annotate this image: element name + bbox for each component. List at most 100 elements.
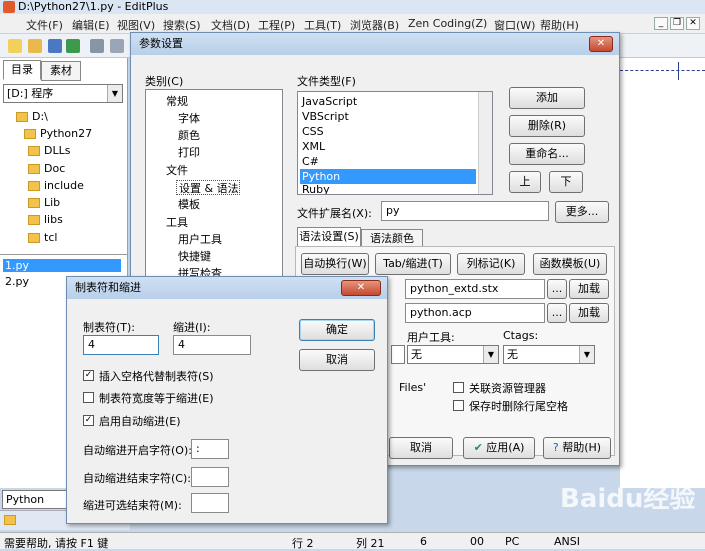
- filetype-item[interactable]: VBScript: [300, 109, 349, 124]
- tab-directory[interactable]: 目录: [3, 60, 41, 80]
- filetype-list[interactable]: JavaScript VBScript CSS XML C# Python Ru…: [297, 91, 493, 195]
- browse-autocomplete-button[interactable]: ...: [547, 303, 567, 323]
- insert-spaces-checkbox[interactable]: ✓: [83, 370, 94, 381]
- splitter[interactable]: [0, 254, 127, 255]
- filetype-item-selected[interactable]: Python: [300, 169, 476, 184]
- tab-indent-button[interactable]: Tab/缩进(T): [375, 253, 451, 275]
- rename-button[interactable]: 重命名...: [509, 143, 585, 165]
- tree-item[interactable]: libs: [28, 213, 63, 226]
- filetype-item[interactable]: C#: [300, 154, 319, 169]
- close-icon[interactable]: ✕: [341, 280, 381, 296]
- strip-trailing-checkbox[interactable]: [453, 400, 464, 411]
- help-button[interactable]: ? 帮助(H): [543, 437, 611, 459]
- menu-search[interactable]: 搜索(S): [163, 17, 201, 33]
- tab-syntax-colors[interactable]: 语法颜色(O): [361, 229, 423, 263]
- new-file-icon[interactable]: [8, 39, 22, 53]
- mdi-close-icon[interactable]: ✕: [686, 17, 700, 30]
- drive-select[interactable]: [D:] 程序 ▼: [3, 84, 123, 103]
- menu-window[interactable]: 窗口(W): [494, 17, 535, 33]
- browse-syntax-button[interactable]: ...: [547, 279, 567, 299]
- menu-project[interactable]: 工程(P): [258, 17, 295, 33]
- assoc-explorer-checkbox[interactable]: [453, 382, 464, 393]
- partial-select[interactable]: [391, 345, 405, 364]
- close-icon[interactable]: ✕: [589, 36, 613, 52]
- file-filter-select[interactable]: Python (*.py: [2, 490, 72, 523]
- indent-optional-input[interactable]: [191, 493, 229, 513]
- chevron-down-icon[interactable]: ▼: [579, 346, 594, 363]
- save-icon[interactable]: [48, 39, 62, 53]
- category-item[interactable]: 模板: [176, 197, 200, 212]
- syntax-file-input[interactable]: python_extd.stx: [405, 279, 545, 299]
- mdi-minimize-icon[interactable]: _: [654, 17, 668, 30]
- tree-item[interactable]: Doc: [28, 162, 65, 175]
- indent-open-input[interactable]: :: [191, 439, 229, 459]
- more-button[interactable]: 更多...: [555, 201, 609, 223]
- move-up-button[interactable]: 上: [509, 171, 541, 193]
- tree-item[interactable]: DLLs: [28, 144, 70, 157]
- save-all-icon[interactable]: [66, 39, 80, 53]
- print-icon[interactable]: [90, 39, 104, 53]
- menu-zencoding[interactable]: Zen Coding(Z): [408, 17, 487, 30]
- menu-tools[interactable]: 工具(T): [304, 17, 341, 33]
- tabdlg-cancel-button[interactable]: 取消: [299, 349, 375, 371]
- move-down-button[interactable]: 下: [549, 171, 583, 193]
- file-item[interactable]: 1.py: [3, 259, 121, 272]
- chevron-down-icon[interactable]: ▼: [107, 85, 122, 102]
- tree-item[interactable]: Lib: [28, 196, 60, 209]
- load-syntax-button[interactable]: 加载: [569, 279, 609, 299]
- tree-item[interactable]: Python27: [24, 127, 92, 140]
- filetype-item[interactable]: XML: [300, 139, 325, 154]
- tree-item[interactable]: include: [28, 179, 84, 192]
- apply-button[interactable]: ✔ 应用(A): [463, 437, 535, 459]
- mdi-restore-icon[interactable]: ❐: [670, 17, 684, 30]
- ok-button[interactable]: 确定: [299, 319, 375, 341]
- auto-indent-checkbox[interactable]: ✓: [83, 415, 94, 426]
- folder-icon: [28, 146, 40, 156]
- word-wrap-button[interactable]: 自动换行(W): [301, 253, 369, 275]
- category-item[interactable]: 快捷键: [176, 249, 211, 264]
- user-tools-select[interactable]: 无 ▼: [407, 345, 499, 364]
- extension-input[interactable]: py: [381, 201, 549, 221]
- scrollbar[interactable]: [478, 92, 492, 194]
- indent-size-input[interactable]: 4: [173, 335, 251, 355]
- tab-size-input[interactable]: 4: [83, 335, 159, 355]
- ctags-select[interactable]: 无 ▼: [503, 345, 595, 364]
- filetype-item[interactable]: JavaScript: [300, 94, 357, 109]
- menu-view[interactable]: 视图(V): [117, 17, 155, 33]
- tab-syntax-settings[interactable]: 语法设置(S): [297, 227, 361, 247]
- tab-equals-indent-checkbox[interactable]: [83, 392, 94, 403]
- filetype-item[interactable]: Ruby: [300, 184, 330, 194]
- category-item[interactable]: 颜色: [176, 128, 200, 143]
- open-folder-icon[interactable]: [28, 39, 42, 53]
- category-item[interactable]: 字体: [176, 111, 200, 126]
- autocomplete-file-input[interactable]: python.acp: [405, 303, 545, 323]
- category-item[interactable]: 打印: [176, 145, 200, 160]
- filetype-item[interactable]: CSS: [300, 124, 324, 139]
- function-template-button[interactable]: 函数模板(U): [533, 253, 607, 275]
- tree-item[interactable]: D:\: [16, 110, 48, 123]
- add-button[interactable]: 添加: [509, 87, 585, 109]
- menu-edit[interactable]: 编辑(E): [72, 17, 110, 33]
- chevron-down-icon[interactable]: ▼: [483, 346, 498, 363]
- menu-document[interactable]: 文档(D): [211, 17, 250, 33]
- category-item[interactable]: 工具: [164, 215, 188, 230]
- category-item[interactable]: 文件: [164, 163, 188, 178]
- menu-browser[interactable]: 浏览器(B): [350, 17, 399, 33]
- preview-icon[interactable]: [110, 39, 124, 53]
- pref-cancel-button[interactable]: 取消: [389, 437, 453, 459]
- editor-area[interactable]: [620, 58, 705, 488]
- tree-item[interactable]: tcl: [28, 231, 57, 244]
- status-bar: 需要帮助, 请按 F1 键 行 2 列 21 6 00 PC ANSI: [0, 532, 705, 550]
- file-item[interactable]: 2.py: [3, 275, 29, 288]
- tab-clips[interactable]: 素材: [41, 61, 81, 81]
- delete-button[interactable]: 删除(R): [509, 115, 585, 137]
- category-tree[interactable]: 常规 字体 颜色 打印 文件 设置 & 语法 模板 工具 用户工具 快捷键 拼写…: [145, 89, 283, 280]
- indent-close-input[interactable]: [191, 467, 229, 487]
- category-item-selected[interactable]: 设置 & 语法: [176, 180, 240, 195]
- menu-help[interactable]: 帮助(H): [540, 17, 579, 33]
- category-item[interactable]: 常规: [164, 94, 188, 109]
- load-autocomplete-button[interactable]: 加载: [569, 303, 609, 323]
- menu-file[interactable]: 文件(F): [26, 17, 63, 33]
- column-marker-button[interactable]: 列标记(K): [457, 253, 525, 275]
- category-item[interactable]: 用户工具: [176, 232, 222, 247]
